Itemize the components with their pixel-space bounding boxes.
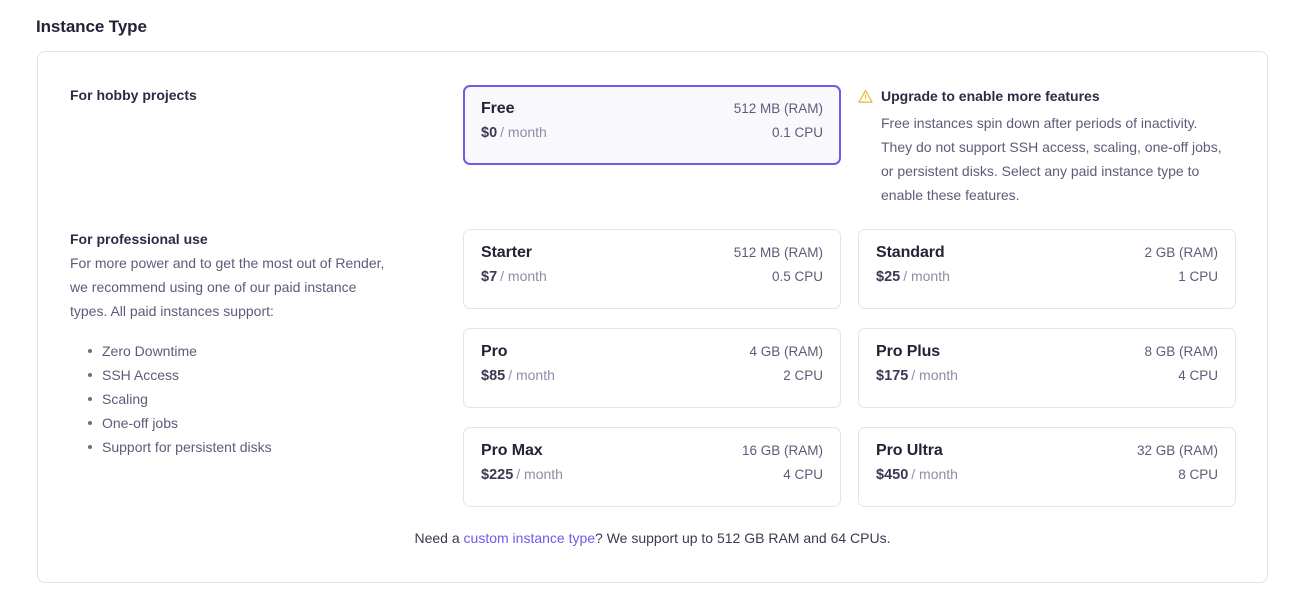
instance-price-group: $25/ month <box>876 268 950 286</box>
instance-ram: 4 GB (RAM) <box>749 344 823 359</box>
instance-ram: 512 MB (RAM) <box>734 101 823 116</box>
card-top-line: Pro Max 16 GB (RAM) <box>481 442 823 460</box>
instance-cpu: 4 CPU <box>1178 368 1218 383</box>
card-top-line: Pro Plus 8 GB (RAM) <box>876 343 1218 361</box>
card-bottom-line: $175/ month 4 CPU <box>876 367 1218 385</box>
upgrade-notice-body: Free instances spin down after periods o… <box>881 111 1226 207</box>
professional-description-column: For professional use For more power and … <box>70 229 460 459</box>
custom-instance-footer: Need a custom instance type? We support … <box>38 530 1267 546</box>
professional-heading: For professional use <box>70 229 460 249</box>
instance-cpu: 8 CPU <box>1178 467 1218 482</box>
instance-period: / month <box>911 367 958 383</box>
instance-name: Pro Ultra <box>876 442 943 460</box>
instance-price-group: $0/ month <box>481 124 547 142</box>
instance-price-group: $85/ month <box>481 367 555 385</box>
instance-card-pro[interactable]: Pro 4 GB (RAM) $85/ month 2 CPU <box>463 328 841 408</box>
instance-ram: 8 GB (RAM) <box>1144 344 1218 359</box>
instance-name: Starter <box>481 244 532 262</box>
instance-card-starter[interactable]: Starter 512 MB (RAM) $7/ month 0.5 CPU <box>463 229 841 309</box>
instance-price-group: $450/ month <box>876 466 958 484</box>
card-top-line: Pro Ultra 32 GB (RAM) <box>876 442 1218 460</box>
feature-list: Zero Downtime SSH Access Scaling One-off… <box>70 339 460 459</box>
page-title: Instance Type <box>36 17 147 37</box>
instance-cpu: 1 CPU <box>1178 269 1218 284</box>
instance-price: $25 <box>876 269 900 285</box>
instance-period: / month <box>500 124 547 140</box>
hobby-heading: For hobby projects <box>70 85 460 105</box>
instance-period: / month <box>508 367 555 383</box>
instance-ram: 16 GB (RAM) <box>742 443 823 458</box>
list-item: One-off jobs <box>88 411 460 435</box>
instance-name: Pro Plus <box>876 343 940 361</box>
card-bottom-line: $85/ month 2 CPU <box>481 367 823 385</box>
instance-price: $7 <box>481 269 497 285</box>
professional-body: For more power and to get the most out o… <box>70 251 390 323</box>
instance-price: $0 <box>481 125 497 141</box>
instance-card-pro-max[interactable]: Pro Max 16 GB (RAM) $225/ month 4 CPU <box>463 427 841 507</box>
instance-period: / month <box>500 268 547 284</box>
instance-price: $225 <box>481 467 513 483</box>
instance-card-free[interactable]: Free 512 MB (RAM) $0/ month 0.1 CPU <box>463 85 841 165</box>
list-item: Support for persistent disks <box>88 435 460 459</box>
instance-price-group: $175/ month <box>876 367 958 385</box>
instance-cpu: 2 CPU <box>783 368 823 383</box>
card-top-line: Standard 2 GB (RAM) <box>876 244 1218 262</box>
instance-ram: 32 GB (RAM) <box>1137 443 1218 458</box>
footer-suffix: ? We support up to 512 GB RAM and 64 CPU… <box>595 530 890 546</box>
instance-type-page: Instance Type For hobby projects Free 51… <box>0 0 1299 597</box>
upgrade-notice-header: Upgrade to enable more features <box>858 87 1230 105</box>
upgrade-notice-title: Upgrade to enable more features <box>881 87 1100 105</box>
card-top-line: Pro 4 GB (RAM) <box>481 343 823 361</box>
instance-price: $85 <box>481 368 505 384</box>
card-top-line: Starter 512 MB (RAM) <box>481 244 823 262</box>
instance-type-panel: For hobby projects Free 512 MB (RAM) $0/… <box>37 51 1268 583</box>
instance-period: / month <box>903 268 950 284</box>
instance-ram: 2 GB (RAM) <box>1144 245 1218 260</box>
instance-card-pro-plus[interactable]: Pro Plus 8 GB (RAM) $175/ month 4 CPU <box>858 328 1236 408</box>
instance-name: Pro Max <box>481 442 543 460</box>
instance-price: $175 <box>876 368 908 384</box>
upgrade-notice: Upgrade to enable more features Free ins… <box>858 87 1230 207</box>
card-top-line: Free 512 MB (RAM) <box>481 100 823 118</box>
list-item: Zero Downtime <box>88 339 460 363</box>
card-bottom-line: $25/ month 1 CPU <box>876 268 1218 286</box>
card-bottom-line: $225/ month 4 CPU <box>481 466 823 484</box>
instance-cpu: 0.1 CPU <box>772 125 823 140</box>
list-item: SSH Access <box>88 363 460 387</box>
instance-price-group: $225/ month <box>481 466 563 484</box>
instance-period: / month <box>516 466 563 482</box>
card-bottom-line: $450/ month 8 CPU <box>876 466 1218 484</box>
custom-instance-type-link[interactable]: custom instance type <box>464 530 596 546</box>
instance-card-pro-ultra[interactable]: Pro Ultra 32 GB (RAM) $450/ month 8 CPU <box>858 427 1236 507</box>
list-item: Scaling <box>88 387 460 411</box>
instance-cpu: 4 CPU <box>783 467 823 482</box>
instance-price-group: $7/ month <box>481 268 547 286</box>
instance-name: Pro <box>481 343 507 361</box>
card-bottom-line: $0/ month 0.1 CPU <box>481 124 823 142</box>
instance-cpu: 0.5 CPU <box>772 269 823 284</box>
instance-ram: 512 MB (RAM) <box>734 245 823 260</box>
instance-card-standard[interactable]: Standard 2 GB (RAM) $25/ month 1 CPU <box>858 229 1236 309</box>
instance-name: Standard <box>876 244 945 262</box>
footer-prefix: Need a <box>414 530 463 546</box>
hobby-description-column: For hobby projects <box>70 85 460 107</box>
instance-period: / month <box>911 466 958 482</box>
instance-name: Free <box>481 100 514 118</box>
instance-price: $450 <box>876 467 908 483</box>
warning-triangle-icon <box>858 89 873 104</box>
card-bottom-line: $7/ month 0.5 CPU <box>481 268 823 286</box>
